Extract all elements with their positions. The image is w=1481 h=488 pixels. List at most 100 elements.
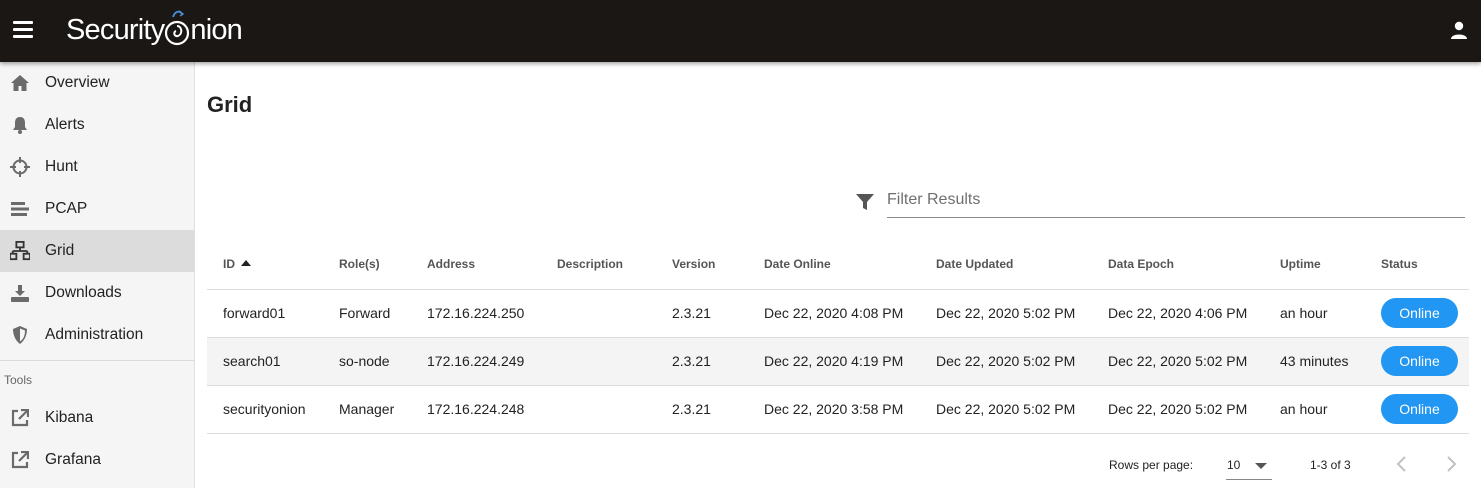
status-chip-online[interactable]: Online <box>1381 298 1458 328</box>
shield-icon <box>10 325 30 345</box>
external-link-icon <box>10 450 30 470</box>
main-content: Grid ID Role(s) Address Description Vers… <box>195 62 1481 488</box>
onion-logo-icon <box>164 8 190 52</box>
cell-date-updated: Dec 22, 2020 5:02 PM <box>920 337 1092 386</box>
sidebar-item-administration[interactable]: Administration <box>0 314 194 356</box>
sidebar-item-label: Kibana <box>45 409 94 426</box>
column-header-roles[interactable]: Role(s) <box>323 240 411 290</box>
cell-description <box>541 337 656 386</box>
pagination-range-text: 1-3 of 3 <box>1310 458 1351 472</box>
cell-id: search01 <box>207 337 323 386</box>
sidebar-item-label: Hunt <box>45 158 78 175</box>
cell-data-epoch: Dec 22, 2020 5:02 PM <box>1092 385 1264 434</box>
cell-status: Online <box>1365 337 1469 386</box>
cell-uptime: an hour <box>1264 289 1365 338</box>
sidebar-item-label: Administration <box>45 326 144 343</box>
user-account-icon[interactable] <box>1449 20 1469 40</box>
next-page-button[interactable] <box>1441 454 1461 474</box>
table-row[interactable]: forward01 Forward 172.16.224.250 2.3.21 … <box>207 289 1469 338</box>
home-icon <box>10 73 30 93</box>
sidebar-item-hunt[interactable]: Hunt <box>0 146 194 188</box>
rows-per-page-select[interactable]: 10 <box>1226 450 1272 480</box>
table-row[interactable]: securityonion Manager 172.16.224.248 2.3… <box>207 385 1469 434</box>
top-app-bar: Security nion <box>0 0 1481 62</box>
sidebar-item-label: PCAP <box>45 200 88 217</box>
sidebar-item-alerts[interactable]: Alerts <box>0 104 194 146</box>
sidebar-item-downloads[interactable]: Downloads <box>0 272 194 314</box>
cell-version: 2.3.21 <box>656 385 748 434</box>
crosshairs-icon <box>10 157 30 177</box>
column-header-label: ID <box>223 257 235 272</box>
column-header-description[interactable]: Description <box>541 240 656 290</box>
column-header-address[interactable]: Address <box>411 240 541 290</box>
table-row[interactable]: search01 so-node 172.16.224.249 2.3.21 D… <box>207 337 1469 386</box>
sidebar-item-pcap[interactable]: PCAP <box>0 188 194 230</box>
sidebar-nav: Overview Alerts Hunt PCAP Grid Downloads <box>0 62 195 488</box>
sort-ascending-icon <box>241 260 251 267</box>
table-header-row: ID Role(s) Address Description Version D… <box>207 240 1469 290</box>
cell-version: 2.3.21 <box>656 337 748 386</box>
column-header-data-epoch[interactable]: Data Epoch <box>1092 240 1264 290</box>
previous-page-button[interactable] <box>1392 454 1412 474</box>
cell-role: Manager <box>323 385 411 434</box>
download-icon <box>10 283 30 303</box>
rows-per-page-label: Rows per page: <box>1109 458 1194 472</box>
column-header-date-online[interactable]: Date Online <box>748 240 920 290</box>
sidebar-item-grid[interactable]: Grid <box>0 230 194 272</box>
cell-data-epoch: Dec 22, 2020 5:02 PM <box>1092 337 1264 386</box>
column-header-status[interactable]: Status <box>1365 240 1469 290</box>
cell-role: Forward <box>323 289 411 338</box>
sidebar-item-label: Downloads <box>45 284 122 301</box>
bell-icon <box>10 115 30 135</box>
column-header-label: Address <box>427 257 476 272</box>
logo-text-security: Security <box>66 13 165 46</box>
column-header-version[interactable]: Version <box>656 240 748 290</box>
filter-results-input[interactable] <box>887 188 1465 218</box>
sidebar-item-overview[interactable]: Overview <box>0 62 194 104</box>
cell-address: 172.16.224.250 <box>411 289 541 338</box>
cell-date-updated: Dec 22, 2020 5:02 PM <box>920 289 1092 338</box>
grid-nodes-table: ID Role(s) Address Description Version D… <box>207 240 1469 434</box>
cell-description <box>541 385 656 434</box>
sidebar-item-grafana[interactable]: Grafana <box>0 439 194 481</box>
column-header-label: Status <box>1381 257 1418 272</box>
caret-down-icon <box>1255 463 1267 469</box>
chevron-left-icon <box>1396 456 1406 472</box>
column-header-label: Version <box>672 257 716 272</box>
network-icon <box>10 241 30 261</box>
cell-address: 172.16.224.249 <box>411 337 541 386</box>
chevron-right-icon <box>1447 456 1457 472</box>
column-header-uptime[interactable]: Uptime <box>1264 240 1365 290</box>
status-chip-online[interactable]: Online <box>1381 346 1458 376</box>
sidebar-item-label: Grid <box>45 242 75 259</box>
cell-id: securityonion <box>207 385 323 434</box>
column-header-label: Uptime <box>1280 257 1321 272</box>
cell-uptime: 43 minutes <box>1264 337 1365 386</box>
status-chip-online[interactable]: Online <box>1381 394 1458 424</box>
logo-text-nion: nion <box>190 13 242 46</box>
sidebar-item-kibana[interactable]: Kibana <box>0 397 194 439</box>
page-title: Grid <box>207 92 253 117</box>
cell-version: 2.3.21 <box>656 289 748 338</box>
cell-uptime: an hour <box>1264 385 1365 434</box>
column-header-label: Date Updated <box>936 257 1014 272</box>
rows-per-page-value: 10 <box>1227 458 1241 472</box>
column-header-id[interactable]: ID <box>207 240 323 290</box>
cell-id: forward01 <box>207 289 323 338</box>
cell-status: Online <box>1365 385 1469 434</box>
stream-icon <box>10 199 30 219</box>
external-link-icon <box>10 408 30 428</box>
sidebar-item-label: Alerts <box>45 116 85 133</box>
filter-icon <box>855 192 877 214</box>
cell-date-online: Dec 22, 2020 4:19 PM <box>748 337 920 386</box>
hamburger-menu-icon[interactable] <box>13 21 33 39</box>
column-header-label: Role(s) <box>339 257 380 272</box>
column-header-date-updated[interactable]: Date Updated <box>920 240 1092 290</box>
cell-date-online: Dec 22, 2020 4:08 PM <box>748 289 920 338</box>
cell-description <box>541 289 656 338</box>
cell-role: so-node <box>323 337 411 386</box>
sidebar-item-label: Overview <box>45 74 110 91</box>
tools-subheader: Tools <box>4 373 33 387</box>
sidebar-item-label: Grafana <box>45 451 102 468</box>
cell-date-updated: Dec 22, 2020 5:02 PM <box>920 385 1092 434</box>
